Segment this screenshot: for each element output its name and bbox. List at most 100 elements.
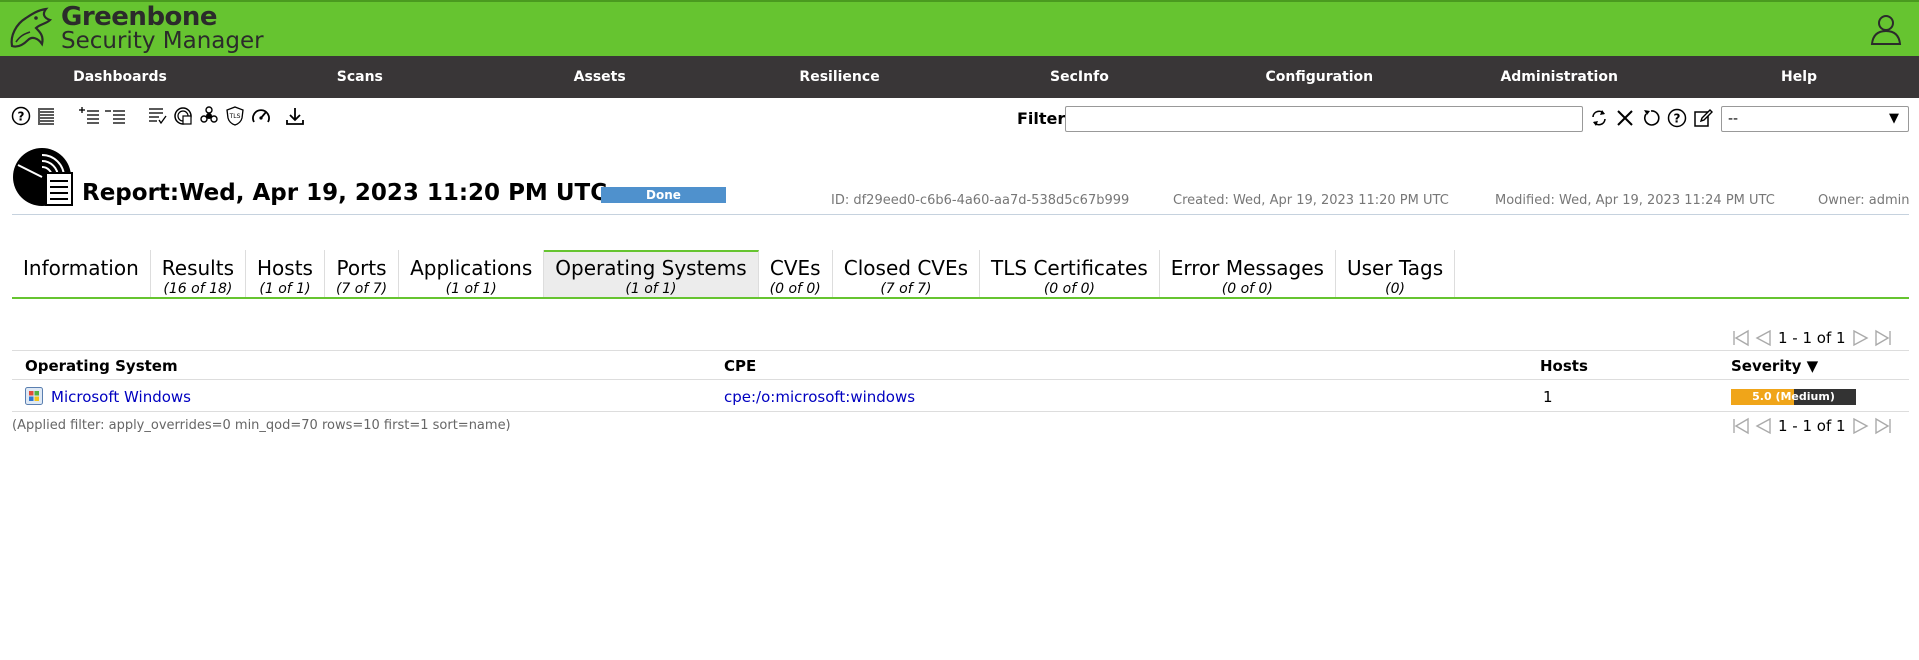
tab-count: (1 of 1) [625,281,677,297]
user-icon[interactable] [1869,12,1903,46]
column-header-cpe[interactable]: CPE [724,357,756,375]
report-created: Created: Wed, Apr 19, 2023 11:20 PM UTC [1173,193,1449,208]
clear-filter-icon[interactable] [1614,107,1636,129]
report-list-icon[interactable] [146,105,168,127]
windows-os-icon [25,387,43,405]
page-title: Report:Wed, Apr 19, 2023 11:20 PM UTC [82,180,608,206]
last-page-icon[interactable] [1872,416,1894,436]
next-page-icon[interactable] [1850,328,1872,348]
tab-count: (0 of 0) [1043,281,1095,297]
svg-text:?: ? [18,110,25,124]
edit-filter-icon[interactable] [1692,107,1714,129]
app-header: Greenbone Security Manager [0,0,1919,56]
tab-user-tags[interactable]: User Tags (0) [1336,250,1456,298]
table-border [12,350,1909,351]
add-list-icon[interactable] [78,105,100,127]
column-header-hosts[interactable]: Hosts [1540,357,1588,375]
column-header-operating-system[interactable]: Operating System [25,357,178,375]
brand: Greenbone Security Manager [61,4,264,53]
svg-text:?: ? [1674,112,1681,126]
pagination-top: 1 - 1 of 1 [1730,328,1894,348]
tab-label: Hosts [257,256,313,280]
nav-help[interactable]: Help [1679,56,1919,98]
main-nav: Dashboards Scans Assets Resilience SecIn… [0,56,1919,98]
pagination-text: 1 - 1 of 1 [1778,329,1846,347]
pagination-bottom: 1 - 1 of 1 [1730,416,1894,436]
remove-list-icon[interactable] [104,105,126,127]
chevron-down-icon: ▼ [1889,111,1899,126]
filter-input[interactable] [1065,106,1583,132]
report-tabs: Information Results (16 of 18) Hosts (1 of… [12,250,1456,298]
tab-label: Operating Systems [555,256,747,280]
first-page-icon[interactable] [1730,328,1752,348]
tab-closed-cves[interactable]: Closed CVEs (7 of 7) [833,250,981,298]
brand-subtitle: Security Manager [61,28,264,54]
report-modified: Modified: Wed, Apr 19, 2023 11:24 PM UTC [1495,193,1775,208]
tab-count: (1 of 1) [259,281,311,297]
tab-label: User Tags [1346,256,1444,280]
nav-scans[interactable]: Scans [240,56,480,98]
tab-count: (7 of 7) [880,281,932,297]
tab-hosts[interactable]: Hosts (1 of 1) [246,250,325,298]
table-border [12,411,1909,412]
greenbone-logo-icon[interactable] [6,6,54,54]
report-id: ID: df29eed0-c6b6-4a60-aa7d-538d5c67b999 [831,193,1130,208]
nav-assets[interactable]: Assets [480,56,720,98]
first-page-icon[interactable] [1730,416,1752,436]
hosts-count: 1 [1543,388,1553,406]
tab-label: Error Messages [1170,256,1324,280]
pagination-text: 1 - 1 of 1 [1778,417,1846,435]
tab-count: (1 of 1) [445,281,497,297]
os-name-link[interactable]: Microsoft Windows [51,388,191,406]
column-header-severity[interactable]: Severity ▼ [1731,357,1818,375]
tab-cves[interactable]: CVEs (0 of 0) [759,250,833,298]
tab-results[interactable]: Results (16 of 18) [151,250,246,298]
nav-dashboards[interactable]: Dashboards [0,56,240,98]
filter-label: Filter [1017,109,1066,128]
report-toolbar: ? TLS [10,103,310,129]
nav-resilience[interactable]: Resilience [720,56,960,98]
report-icon [13,148,73,206]
tab-count: (16 of 18) [163,281,233,297]
brand-name: Greenbone [61,2,218,32]
tab-operating-systems[interactable]: Operating Systems (1 of 1) [544,250,759,298]
cpe-link[interactable]: cpe:/o:microsoft:windows [724,388,915,406]
tab-count: (0) [1385,281,1405,297]
list-icon[interactable] [36,105,58,127]
performance-icon[interactable] [250,105,272,127]
nav-administration[interactable]: Administration [1439,56,1679,98]
nav-secinfo[interactable]: SecInfo [960,56,1200,98]
tls-shield-icon[interactable]: TLS [224,105,246,127]
filter-actions: ? [1588,107,1718,129]
results-icon[interactable] [172,105,194,127]
filter-select-value: -- [1728,111,1739,127]
reset-filter-icon[interactable] [1640,107,1662,129]
filter-help-icon[interactable]: ? [1666,107,1688,129]
tab-applications[interactable]: Applications (1 of 1) [399,250,545,298]
severity-bar: 5.0 (Medium) [1731,389,1856,405]
tab-ports[interactable]: Ports (7 of 7) [325,250,400,298]
filter-select[interactable]: -- ▼ [1721,106,1909,132]
svg-text:TLS: TLS [229,113,241,120]
tab-error-messages[interactable]: Error Messages (0 of 0) [1160,250,1336,298]
previous-page-icon[interactable] [1752,328,1774,348]
tab-count: (0 of 0) [769,281,821,297]
nav-configuration[interactable]: Configuration [1199,56,1439,98]
download-icon[interactable] [284,105,306,127]
refresh-filter-icon[interactable] [1588,107,1610,129]
tab-label: CVEs [769,256,821,280]
tab-label: Closed CVEs [843,256,969,280]
tab-count: (0 of 0) [1221,281,1273,297]
help-icon[interactable]: ? [10,105,32,127]
last-page-icon[interactable] [1872,328,1894,348]
applied-filter-text: (Applied filter: apply_overrides=0 min_q… [12,418,511,433]
table-border [12,379,1909,380]
tab-information[interactable]: Information [12,250,151,298]
next-page-icon[interactable] [1850,416,1872,436]
divider [12,214,1909,215]
severity-label: 5.0 (Medium) [1752,390,1835,403]
tab-label: Applications [410,256,533,280]
tab-tls-certificates[interactable]: TLS Certificates (0 of 0) [980,250,1160,298]
vulnerability-icon[interactable] [198,105,220,127]
previous-page-icon[interactable] [1752,416,1774,436]
